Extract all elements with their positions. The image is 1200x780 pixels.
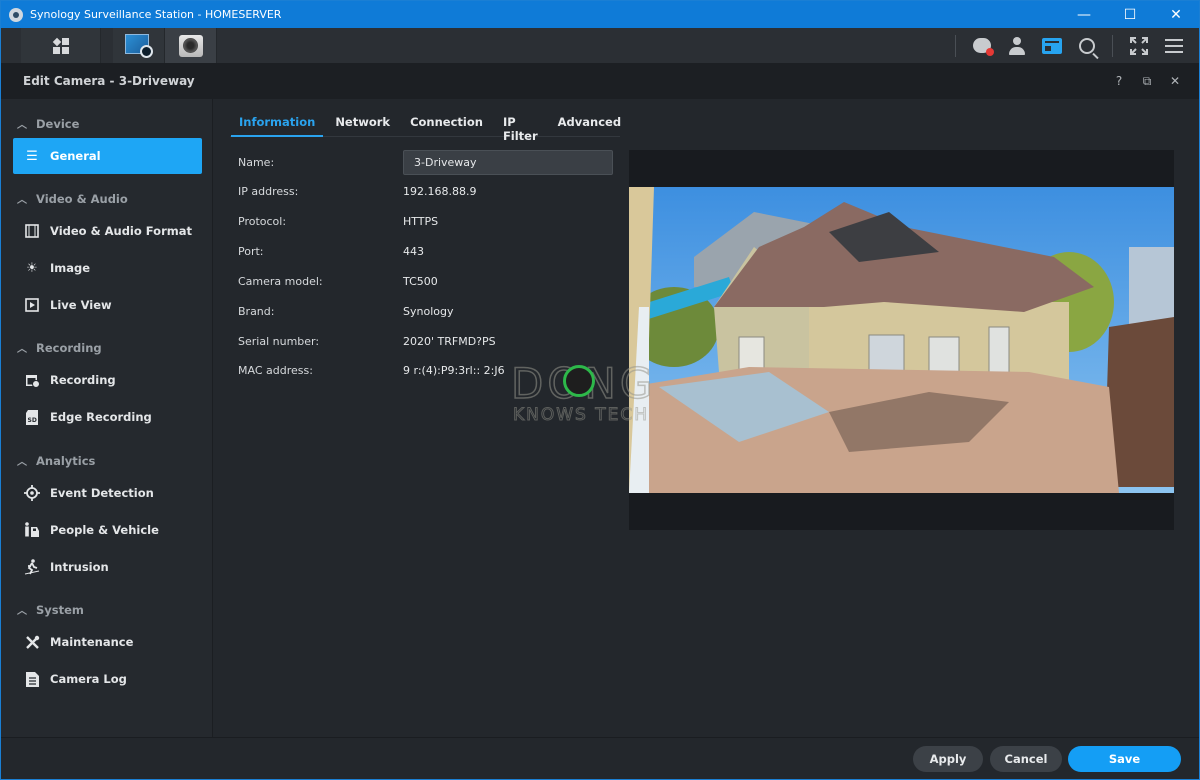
main-menu-button[interactable] [21, 28, 101, 63]
sidebar-item-maintenance[interactable]: Maintenance [13, 624, 202, 660]
cancel-button[interactable]: Cancel [990, 746, 1062, 772]
people-vehicle-icon [24, 522, 40, 538]
info-row-protocol: Protocol: HTTPS [238, 214, 439, 228]
brand-value: Synology [403, 304, 454, 318]
chevron-up-icon: ︿ [17, 120, 27, 131]
help-button[interactable]: ? [1107, 69, 1131, 93]
camera-preview [629, 150, 1174, 530]
notification-button[interactable] [964, 28, 999, 63]
monitor-center-icon [124, 33, 153, 58]
chevron-up-icon: ︿ [17, 457, 27, 468]
sidebar-item-image[interactable]: ☀ Image [13, 250, 202, 286]
ip-address-value: 192.168.88.9 [403, 184, 477, 198]
chevron-up-icon: ︿ [17, 606, 27, 617]
window-title: Synology Surveillance Station - HOMESERV… [30, 8, 282, 21]
play-icon [24, 297, 40, 313]
search-button[interactable] [1069, 28, 1104, 63]
maximize-button[interactable]: ☐ [1107, 1, 1153, 28]
mac-address-value: 9 r:(4):P9:3rl:: 2:J6 [403, 363, 505, 377]
monitor-center-button[interactable] [113, 28, 165, 63]
info-row-serial: Serial number: 2020' TRFMD?PS [238, 334, 496, 348]
fullscreen-icon [1129, 36, 1148, 55]
log-icon [24, 671, 40, 687]
dialog-title: Edit Camera - 3-Driveway [23, 74, 195, 88]
sidebar-item-event-detection[interactable]: Event Detection [13, 475, 202, 511]
save-button[interactable]: Save [1068, 746, 1181, 772]
grid-icon [52, 37, 69, 54]
info-row-ip: IP address: 192.168.88.9 [238, 184, 477, 198]
tab-network[interactable]: Network [335, 109, 390, 136]
sidebar-item-camera-log[interactable]: Camera Log [13, 661, 202, 697]
list-icon: ☰ [26, 148, 38, 164]
info-row-model: Camera model: TC500 [238, 274, 438, 288]
camera-icon [178, 34, 203, 57]
tab-bar: Information Network Connection IP Filter… [230, 109, 621, 143]
brightness-icon: ☀ [26, 260, 38, 276]
apply-button[interactable]: Apply [913, 746, 983, 772]
film-icon [24, 223, 40, 239]
title-bar: Synology Surveillance Station - HOMESERV… [1, 1, 1199, 28]
taskbar [1, 28, 1199, 63]
chevron-up-icon: ︿ [17, 344, 27, 355]
camera-snapshot [629, 187, 1174, 493]
menu-icon [1164, 38, 1183, 53]
main-panel: Information Network Connection IP Filter… [214, 99, 1199, 737]
tab-connection[interactable]: Connection [410, 109, 483, 136]
search-icon [1078, 37, 1095, 54]
app-window: Synology Surveillance Station - HOMESERV… [0, 0, 1200, 780]
port-value: 443 [403, 244, 424, 258]
running-person-icon [24, 559, 40, 575]
news-icon [1041, 37, 1062, 54]
user-button[interactable] [999, 28, 1034, 63]
sidebar-section-device[interactable]: ︿ Device [17, 116, 79, 132]
protocol-value: HTTPS [403, 214, 439, 228]
sidebar: ︿ Device ☰ General ︿ Video & Audio Video… [1, 99, 213, 737]
sidebar-section-video-audio[interactable]: ︿ Video & Audio [17, 191, 128, 207]
sidebar-item-video-audio-format[interactable]: Video & Audio Format [13, 213, 202, 249]
info-row-mac: MAC address: 9 r:(4):P9:3rl:: 2:J6 [238, 363, 505, 377]
restore-button[interactable]: ⧉ [1135, 69, 1159, 93]
sidebar-section-system[interactable]: ︿ System [17, 602, 84, 618]
news-button[interactable] [1034, 28, 1069, 63]
minimize-button[interactable]: — [1061, 1, 1107, 28]
ip-camera-button[interactable] [165, 28, 217, 63]
info-row-port: Port: 443 [238, 244, 424, 258]
close-dialog-button[interactable]: ✕ [1163, 69, 1187, 93]
surveillance-station-icon [9, 7, 23, 22]
sidebar-item-general[interactable]: ☰ General [13, 138, 202, 174]
name-label: Name: [238, 155, 275, 169]
sidebar-item-intrusion[interactable]: Intrusion [13, 549, 202, 585]
tab-advanced[interactable]: Advanced [558, 109, 621, 136]
dialog-header: Edit Camera - 3-Driveway ? ⧉ ✕ [1, 63, 1199, 99]
close-window-button[interactable]: ✕ [1153, 1, 1199, 28]
camera-model-value: TC500 [403, 274, 438, 288]
notification-icon [972, 38, 994, 56]
info-row-brand: Brand: Synology [238, 304, 454, 318]
dialog-footer: Apply Cancel Save [1, 737, 1199, 779]
sidebar-item-people-vehicle[interactable]: People & Vehicle [13, 512, 202, 548]
main-menu-toggle[interactable] [1156, 28, 1191, 63]
crosshair-icon [24, 485, 40, 501]
user-icon [1008, 36, 1026, 55]
tab-information[interactable]: Information [230, 109, 324, 137]
chevron-up-icon: ︿ [17, 195, 27, 206]
svg-text:SD: SD [28, 417, 37, 424]
sidebar-item-live-view[interactable]: Live View [13, 287, 202, 323]
sidebar-section-analytics[interactable]: ︿ Analytics [17, 453, 95, 469]
tools-icon [24, 634, 40, 650]
tab-ip-filter[interactable]: IP Filter [503, 109, 538, 143]
calendar-clock-icon [24, 372, 40, 388]
sd-card-icon: SD [24, 409, 40, 425]
sidebar-item-recording[interactable]: Recording [13, 362, 202, 398]
serial-number-value: 2020' TRFMD?PS [403, 334, 496, 348]
name-input[interactable] [403, 150, 613, 175]
fullscreen-button[interactable] [1121, 28, 1156, 63]
sidebar-section-recording[interactable]: ︿ Recording [17, 340, 102, 356]
sidebar-item-edge-recording[interactable]: SD Edge Recording [13, 399, 202, 435]
